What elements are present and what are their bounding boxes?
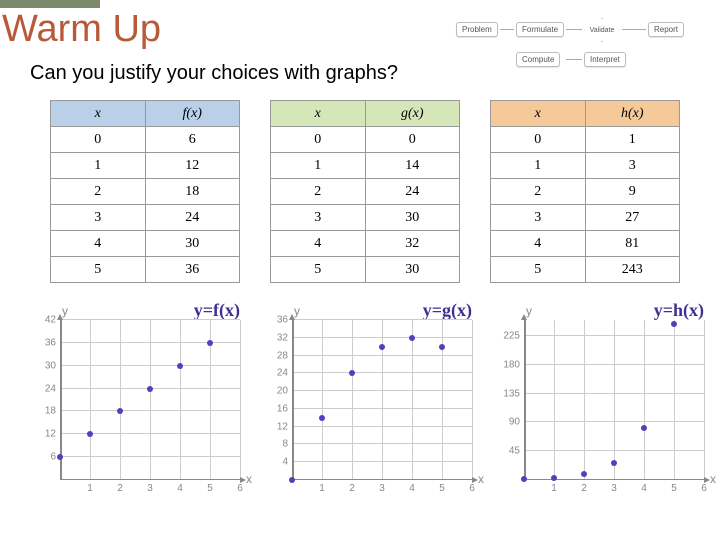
th-fx: f(x): [145, 101, 240, 127]
subtitle: Can you justify your choices with graphs…: [30, 62, 398, 85]
table-cell: 12: [145, 153, 240, 179]
table-cell: 5: [271, 257, 366, 283]
table-g: xg(x) 00114224330432530: [270, 100, 460, 283]
data-point: [319, 415, 325, 421]
table-cell: 3: [271, 205, 366, 231]
chart-h: y=h(x) 4590135180225123456yx: [494, 300, 714, 500]
data-point: [521, 476, 527, 482]
fc-compute: Compute: [516, 52, 560, 67]
data-point: [87, 431, 93, 437]
table-cell: 14: [365, 153, 460, 179]
table-cell: 30: [145, 231, 240, 257]
table-cell: 5: [51, 257, 146, 283]
data-point: [349, 370, 355, 376]
chart-title-g: y=g(x): [423, 300, 472, 321]
accent-bar: [0, 0, 100, 8]
table-cell: 3: [585, 153, 680, 179]
table-cell: 32: [365, 231, 460, 257]
data-point: [611, 460, 617, 466]
fc-formulate: Formulate: [516, 22, 564, 37]
table-cell: 4: [491, 231, 586, 257]
chart-g: y=g(x) 4812162024283236123456yx: [262, 300, 482, 500]
th-x: x: [51, 101, 146, 127]
data-point: [207, 340, 213, 346]
table-cell: 3: [491, 205, 586, 231]
flowchart: Problem Formulate Validate Report Comput…: [456, 18, 716, 88]
table-cell: 4: [51, 231, 146, 257]
table-cell: 30: [365, 257, 460, 283]
tables-row: xf(x) 06112218324430536 xg(x) 0011422433…: [50, 100, 680, 283]
table-cell: 24: [365, 179, 460, 205]
data-point: [57, 454, 63, 460]
chart-title-f: y=f(x): [194, 300, 240, 321]
table-cell: 3: [51, 205, 146, 231]
table-cell: 4: [271, 231, 366, 257]
data-point: [439, 344, 445, 350]
th-x: x: [271, 101, 366, 127]
page-title: Warm Up: [2, 8, 161, 51]
data-point: [581, 471, 587, 477]
table-cell: 2: [491, 179, 586, 205]
data-point: [671, 321, 677, 327]
data-point: [289, 477, 295, 483]
table-cell: 27: [585, 205, 680, 231]
table-f: xf(x) 06112218324430536: [50, 100, 240, 283]
table-cell: 36: [145, 257, 240, 283]
chart-title-h: y=h(x): [654, 300, 704, 321]
fc-report: Report: [648, 22, 684, 37]
table-cell: 0: [365, 127, 460, 153]
table-cell: 0: [491, 127, 586, 153]
table-cell: 9: [585, 179, 680, 205]
table-cell: 30: [365, 205, 460, 231]
table-cell: 1: [585, 127, 680, 153]
th-x: x: [491, 101, 586, 127]
table-cell: 1: [51, 153, 146, 179]
table-cell: 6: [145, 127, 240, 153]
table-cell: 243: [585, 257, 680, 283]
data-point: [409, 335, 415, 341]
fc-validate: Validate: [584, 18, 620, 42]
fc-interpret: Interpret: [584, 52, 626, 67]
plot-f: 6121824303642123456yx: [60, 320, 240, 480]
charts-row: y=f(x) 6121824303642123456yx y=g(x) 4812…: [30, 300, 714, 500]
table-cell: 81: [585, 231, 680, 257]
plot-g: 4812162024283236123456yx: [292, 320, 472, 480]
fc-problem: Problem: [456, 22, 498, 37]
table-cell: 5: [491, 257, 586, 283]
data-point: [117, 408, 123, 414]
table-cell: 2: [51, 179, 146, 205]
data-point: [379, 344, 385, 350]
data-point: [551, 475, 557, 481]
table-cell: 0: [271, 127, 366, 153]
chart-f: y=f(x) 6121824303642123456yx: [30, 300, 250, 500]
th-gx: g(x): [365, 101, 460, 127]
table-cell: 24: [145, 205, 240, 231]
table-cell: 18: [145, 179, 240, 205]
th-hx: h(x): [585, 101, 680, 127]
table-cell: 0: [51, 127, 146, 153]
table-h: xh(x) 0113293274815243: [490, 100, 680, 283]
plot-h: 4590135180225123456yx: [524, 320, 704, 480]
data-point: [147, 386, 153, 392]
table-cell: 1: [271, 153, 366, 179]
table-cell: 1: [491, 153, 586, 179]
table-cell: 2: [271, 179, 366, 205]
data-point: [177, 363, 183, 369]
data-point: [641, 425, 647, 431]
